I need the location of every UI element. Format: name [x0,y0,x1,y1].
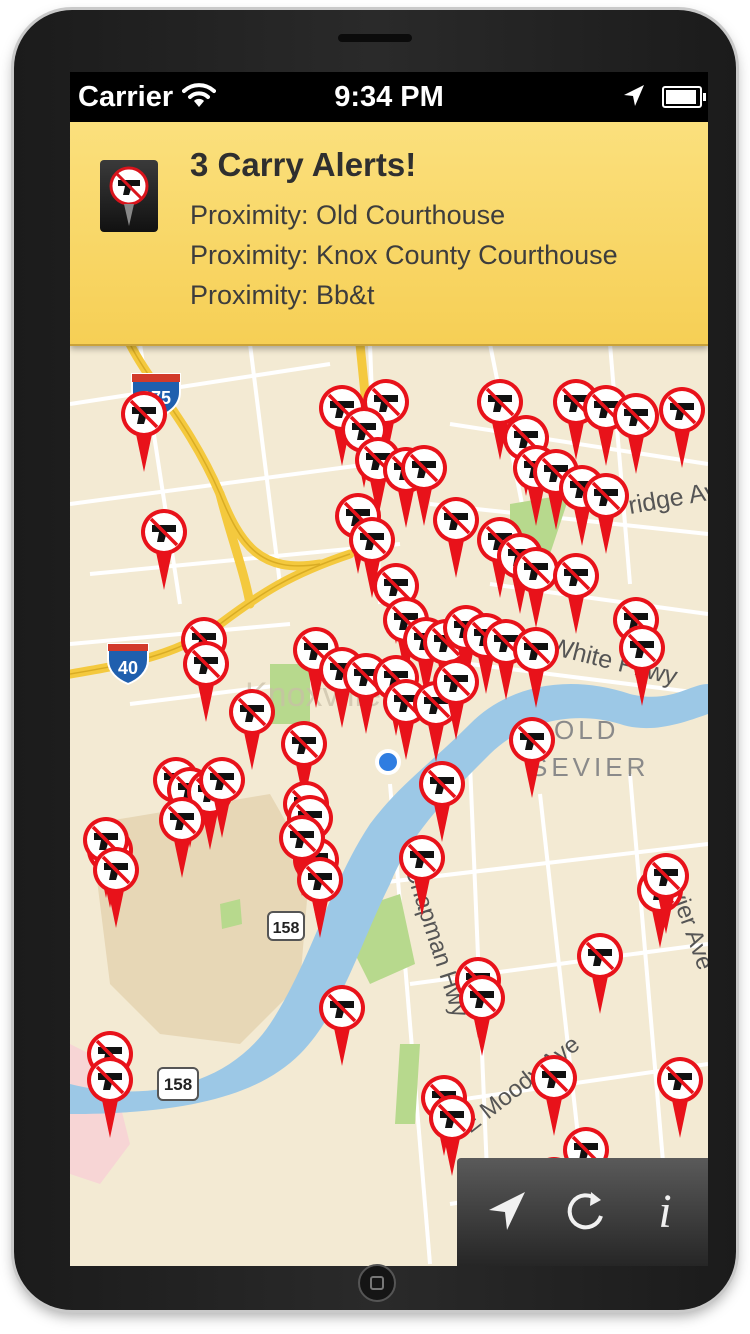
map-canvas[interactable]: ridge Ave James White Pkwy OLD SEVIER Se… [70,339,708,1266]
current-location-dot [375,749,401,775]
info-icon[interactable]: i [637,1184,693,1240]
shield-158-b: 158 [157,1067,199,1101]
map-view[interactable]: ridge Ave James White Pkwy OLD SEVIER Se… [70,339,708,1266]
alert-title: 3 Carry Alerts! [190,146,417,183]
clock: 9:34 PM [334,81,444,113]
park-area-2 [220,899,242,929]
location-arrow-icon [622,83,646,117]
alert-proximity-2: Proximity: Knox County Courthouse [190,240,618,270]
alert-proximity-1: Proximity: Old Courthouse [190,200,506,230]
battery-icon [662,86,706,108]
app-screen: Carrier 9:34 PM 3 Carry Alerts! Proximit… [70,72,708,1266]
svg-text:158: 158 [164,1075,192,1094]
refresh-icon[interactable] [557,1184,613,1240]
phone-frame: Carrier 9:34 PM 3 Carry Alerts! Proximit… [14,10,736,1310]
carry-alert-banner[interactable]: 3 Carry Alerts! Proximity: Old Courthous… [70,122,708,346]
svg-text:40: 40 [118,658,138,678]
map-toolbar: i [457,1158,708,1266]
svg-text:158: 158 [273,920,300,937]
earpiece-speaker [338,34,412,42]
shield-158-a: 158 [267,911,305,941]
label-old: OLD [554,715,619,745]
status-bar: Carrier 9:34 PM [70,72,708,122]
locate-me-icon[interactable] [479,1184,535,1240]
home-button[interactable] [358,1264,396,1302]
no-guns-pin-icon [100,160,158,232]
alert-proximity-3: Proximity: Bb&t [190,280,375,310]
